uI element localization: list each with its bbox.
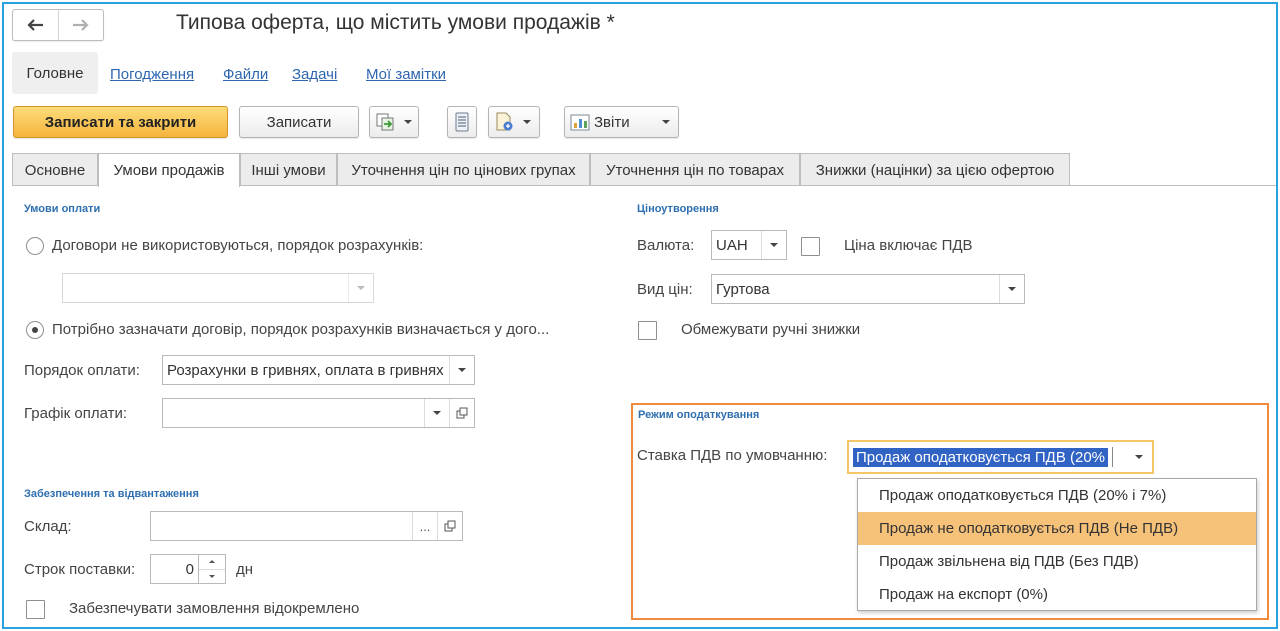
dropdown-option-no-vat[interactable]: Продаж не оподатковується ПДВ (Не ПДВ) xyxy=(858,512,1256,545)
price-includes-vat-label: Ціна включає ПДВ xyxy=(844,237,973,254)
form-window: Типова оферта, що містить умови продажів… xyxy=(2,2,1278,629)
tab-price-products[interactable]: Уточнення цін по товарах xyxy=(590,153,800,186)
open-button[interactable] xyxy=(449,399,474,427)
open-icon xyxy=(444,520,456,532)
list-icon xyxy=(455,112,469,132)
delivery-unit: дн xyxy=(236,561,254,578)
vat-rate-dropdown: Продаж оподатковується ПДВ (20% і 7%) Пр… xyxy=(857,478,1257,611)
chevron-down-icon xyxy=(1008,287,1016,291)
command-main[interactable]: Головне xyxy=(12,52,98,94)
arrow-right-icon xyxy=(72,19,89,31)
report-chart-icon xyxy=(570,114,590,131)
tab-main[interactable]: Основне xyxy=(12,153,98,186)
provision-title: Забезпечення та відвантаження xyxy=(24,488,199,500)
radio-no-contracts-label: Договори не використовуються, порядок ро… xyxy=(52,237,424,254)
dropdown-option-exempt[interactable]: Продаж звільнена від ПДВ (Без ПДВ) xyxy=(858,545,1256,578)
tab-discounts[interactable]: Знижки (націнки) за цією офертою xyxy=(800,153,1070,186)
vat-rate-label: Ставка ПДВ по умовчанню: xyxy=(637,447,828,464)
delivery-term-stepper[interactable] xyxy=(199,554,226,584)
open-button[interactable] xyxy=(437,512,462,540)
dropdown-button[interactable] xyxy=(761,231,786,259)
chevron-down-icon xyxy=(209,574,215,578)
create-based-on-button[interactable] xyxy=(369,106,419,138)
open-icon xyxy=(456,407,468,419)
tab-price-groups[interactable]: Уточнення цін по цінових групах xyxy=(337,153,590,186)
chevron-down-icon xyxy=(770,243,778,247)
page-title: Типова оферта, що містить умови продажів… xyxy=(176,11,615,34)
chevron-down-icon xyxy=(458,368,466,372)
dropdown-option-export[interactable]: Продаж на експорт (0%) xyxy=(858,578,1256,611)
navigation-buttons xyxy=(12,9,104,41)
pricing-title: Ціноутворення xyxy=(637,203,719,215)
settlement-order-field xyxy=(62,273,374,303)
delivery-term-label: Строк поставки: xyxy=(24,561,136,578)
chevron-down-icon xyxy=(1135,455,1143,459)
dropdown-button[interactable] xyxy=(999,275,1024,303)
dropdown-button[interactable] xyxy=(424,399,449,427)
arrow-left-icon xyxy=(27,19,44,31)
link-my-notes[interactable]: Мої замітки xyxy=(366,66,446,83)
price-type-field[interactable]: Гуртова xyxy=(711,274,1025,304)
structure-button[interactable] xyxy=(447,106,477,138)
payment-terms-title: Умови оплати xyxy=(24,203,101,215)
chevron-down-icon xyxy=(662,120,670,124)
reports-button[interactable]: Звіти xyxy=(564,106,679,138)
delivery-term-field[interactable]: 0 xyxy=(150,554,199,584)
vat-rate-value: Продаж оподатковується ПДВ (20% xyxy=(853,447,1109,467)
print-doc-icon xyxy=(496,112,513,131)
chevron-down-icon xyxy=(404,120,412,124)
dropdown-button[interactable] xyxy=(449,356,474,384)
price-includes-vat-checkbox[interactable] xyxy=(801,237,820,256)
payment-schedule-field[interactable] xyxy=(162,398,475,428)
stepper-up[interactable] xyxy=(199,555,225,569)
text-caret xyxy=(1112,447,1114,467)
warehouse-field[interactable]: ... xyxy=(150,511,463,541)
select-button[interactable]: ... xyxy=(412,512,437,540)
reports-label: Звіти xyxy=(594,113,630,131)
back-button[interactable] xyxy=(13,10,58,40)
limit-manual-discounts-checkbox[interactable] xyxy=(638,321,657,340)
radio-contract-required[interactable] xyxy=(26,321,44,339)
chevron-up-icon xyxy=(209,560,215,564)
create-based-on-icon xyxy=(376,113,394,131)
separate-provision-checkbox[interactable] xyxy=(26,600,45,619)
save-and-close-button[interactable]: Записати та закрити xyxy=(13,106,228,138)
limit-manual-discounts-label: Обмежувати ручні знижки xyxy=(681,321,861,338)
radio-no-contracts[interactable] xyxy=(26,237,44,255)
dropdown-button xyxy=(348,274,373,302)
chevron-down-icon xyxy=(357,286,365,290)
taxation-title: Режим оподаткування xyxy=(638,409,760,421)
separate-provision-label: Забезпечувати замовлення відокремлено xyxy=(69,600,360,617)
warehouse-label: Склад: xyxy=(24,518,72,535)
dropdown-option-vat[interactable]: Продаж оподатковується ПДВ (20% і 7%) xyxy=(858,479,1256,512)
forward-button[interactable] xyxy=(57,10,104,40)
chevron-down-icon xyxy=(523,120,531,124)
tab-sales-terms[interactable]: Умови продажів xyxy=(98,153,240,187)
tab-other-terms[interactable]: Інші умови xyxy=(240,153,337,186)
print-button[interactable] xyxy=(488,106,540,138)
payment-order-field[interactable]: Розрахунки в гривнях, оплата в гривнях xyxy=(162,355,475,385)
link-files[interactable]: Файли xyxy=(223,66,268,83)
dropdown-button[interactable] xyxy=(1126,442,1152,472)
chevron-down-icon xyxy=(433,411,441,415)
link-tasks[interactable]: Задачі xyxy=(292,66,337,83)
stepper-down[interactable] xyxy=(199,568,225,584)
currency-label: Валюта: xyxy=(637,237,695,254)
vat-rate-field[interactable]: Продаж оподатковується ПДВ (20% xyxy=(847,440,1154,474)
radio-contract-required-label: Потрібно зазначати договір, порядок розр… xyxy=(52,321,550,338)
payment-schedule-label: Графік оплати: xyxy=(24,405,128,422)
save-button[interactable]: Записати xyxy=(239,106,359,138)
price-type-label: Вид цін: xyxy=(637,281,693,298)
currency-field[interactable]: UAH xyxy=(711,230,787,260)
payment-order-label: Порядок оплати: xyxy=(24,362,140,379)
link-approvals[interactable]: Погодження xyxy=(110,66,194,83)
